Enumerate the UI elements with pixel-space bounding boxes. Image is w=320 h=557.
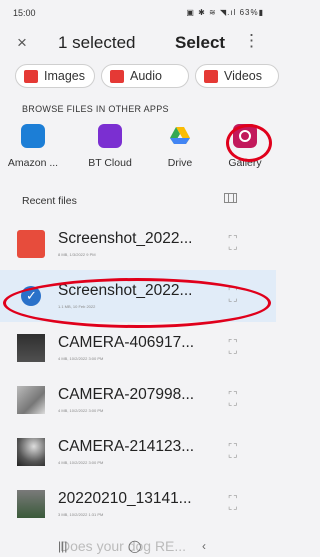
screenshot-thumbnail (17, 230, 45, 258)
expand-icon[interactable]: ⌜⌝ ⌞⌟ (228, 495, 238, 511)
annotation-circle (226, 124, 272, 162)
expand-icon[interactable]: ⌜⌝ ⌞⌟ (228, 339, 238, 355)
app-bt-cloud[interactable]: BT Cloud (79, 124, 141, 169)
navigation-bar: Does your dog RE... ||| ◯ ‹ (0, 536, 276, 557)
file-name: CAMERA-406917... (58, 334, 195, 351)
video-icon (204, 70, 218, 83)
image-icon (24, 70, 38, 83)
photo-thumbnail (17, 334, 45, 362)
file-meta: 3 MB, 10/2/2022 1:31 PM (58, 512, 104, 517)
list-item[interactable]: CAMERA-214123... 4 MB, 10/2/2022 3:00 PM… (0, 426, 276, 478)
photo-thumbnail (17, 490, 45, 518)
partial-file-name: Does your dog RE... (60, 538, 187, 554)
audio-icon (110, 70, 124, 83)
file-meta: 4 MB, 10/2/2022 3:00 PM (58, 460, 104, 465)
app-label: Drive (167, 157, 193, 169)
back-icon[interactable]: ‹ (202, 539, 206, 553)
selection-app-bar: × 1 selected Select ⋮ (0, 28, 276, 62)
images-chip[interactable]: Images (15, 64, 95, 88)
recent-files-heading: Recent files (22, 195, 77, 207)
list-item[interactable]: CAMERA-207998... 4 MB, 10/2/2022 3:00 PM… (0, 374, 276, 426)
chip-label: Audio (130, 69, 162, 83)
amazon-icon (21, 124, 45, 148)
app-drive[interactable]: Drive (149, 124, 211, 169)
chip-label: Videos (224, 69, 262, 83)
expand-icon[interactable]: ⌜⌝ ⌞⌟ (228, 443, 238, 459)
app-label: BT Cloud (88, 157, 132, 169)
grid-view-icon[interactable] (224, 193, 237, 203)
app-label: Amazon ... (7, 157, 59, 169)
chip-label: Images (44, 69, 85, 83)
file-name: CAMERA-207998... (58, 386, 195, 403)
expand-icon[interactable]: ⌜⌝ ⌞⌟ (228, 235, 238, 251)
audio-chip[interactable]: Audio (101, 64, 189, 88)
cloud-icon (98, 124, 122, 148)
recents-icon[interactable]: ||| (58, 539, 67, 553)
home-icon[interactable]: ◯ (128, 539, 141, 553)
file-name: CAMERA-214123... (58, 438, 195, 455)
file-name: Screenshot_2022... (58, 230, 193, 247)
videos-chip[interactable]: Videos (195, 64, 279, 88)
close-icon[interactable]: × (17, 33, 27, 53)
status-bar: 15:00 ▣ ✱ ≋ ◥.ıl 63%▮ (0, 0, 276, 24)
file-meta: 4 MB, 10/2/2022 3:00 PM (58, 408, 104, 413)
status-icons: ▣ ✱ ≋ ◥.ıl 63%▮ (186, 8, 264, 17)
annotation-circle (3, 278, 271, 328)
list-item[interactable]: CAMERA-406917... 4 MB, 10/2/2022 3:00 PM… (0, 322, 276, 374)
selection-count-title: 1 selected (58, 33, 136, 52)
file-name: 20220210_13141... (58, 490, 192, 507)
list-item[interactable]: 20220210_13141... 3 MB, 10/2/2022 1:31 P… (0, 478, 276, 530)
expand-icon[interactable]: ⌜⌝ ⌞⌟ (228, 391, 238, 407)
browse-section-label: BROWSE FILES IN OTHER APPS (22, 104, 169, 114)
list-item[interactable]: Screenshot_2022... 8 MB, 1/3/2022 9 PM ⌜… (0, 218, 276, 270)
file-meta: 8 MB, 1/3/2022 9 PM (58, 252, 96, 257)
app-amazon[interactable]: Amazon ... (2, 124, 64, 169)
drive-icon (168, 124, 192, 148)
file-meta: 4 MB, 10/2/2022 3:00 PM (58, 356, 104, 361)
photo-thumbnail (17, 386, 45, 414)
select-button[interactable]: Select (175, 33, 225, 53)
status-time: 15:00 (13, 8, 36, 18)
photo-thumbnail (17, 438, 45, 466)
more-options-icon[interactable]: ⋮ (243, 31, 260, 51)
